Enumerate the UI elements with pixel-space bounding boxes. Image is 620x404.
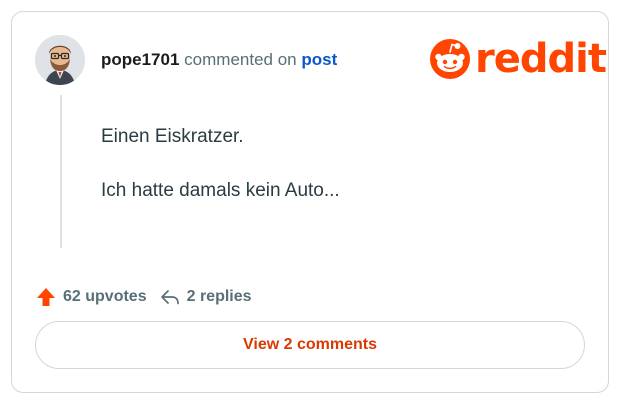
user-avatar[interactable] [35, 35, 85, 85]
reply-arrow-icon[interactable] [159, 286, 181, 308]
comment-paragraph: Ich hatte damals kein Auto... [101, 180, 340, 201]
upvote-count: 62 upvotes [63, 288, 147, 305]
reddit-snoo-icon [430, 39, 470, 79]
action-text: commented on [184, 50, 297, 69]
upvote-arrow-icon[interactable] [35, 286, 57, 308]
post-link[interactable]: post [301, 50, 337, 69]
reply-count[interactable]: 2 replies [187, 288, 252, 306]
thread-line [60, 95, 62, 248]
comment-header: pope1701 commented on post [101, 50, 337, 70]
view-comments-button[interactable]: View 2 comments [35, 321, 585, 369]
reddit-logo[interactable]: reddit [428, 36, 607, 82]
username-link[interactable]: pope1701 [101, 50, 179, 69]
reddit-wordmark: reddit [475, 36, 607, 82]
comment-paragraph: Einen Eiskratzer. [101, 126, 244, 147]
avatar-illustration-icon [35, 35, 85, 85]
comment-footer: 62 upvotes 2 replies [35, 286, 252, 308]
